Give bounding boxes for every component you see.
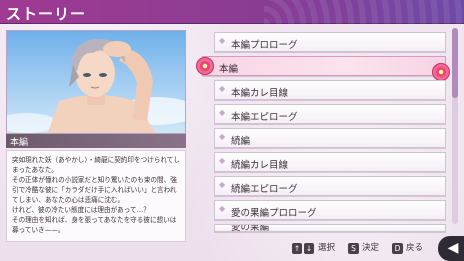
character-portrait [6,30,186,134]
portrait-illustration [7,39,185,133]
chapter-item-label: 本編プロローグ [231,40,298,51]
chapter-item[interactable]: ◆ 本編カレ目線 [214,80,446,100]
up-arrow-key-icon: ↑ [292,243,302,254]
chapter-item[interactable]: ◆ 続編エピローグ [214,176,446,196]
chapter-item[interactable]: ◆ 本編エピローグ [214,104,446,124]
s-key-icon: S [348,243,359,254]
plum-flower-icon [432,63,450,81]
back-arrow-icon: ◀ [447,240,459,256]
list-marker-icon: ◆ [219,36,226,45]
chapter-item-label: 続編 [231,136,251,147]
scroll-thumb[interactable] [452,28,458,98]
chapter-item-label: 愛の果編 [231,224,270,232]
list-marker-icon: ◆ [219,84,226,93]
d-key-icon: D [392,243,403,254]
footer-controls: ↑ ↓ 選択 S 決定 D 戻る ◀ [0,236,464,261]
down-arrow-key-icon: ↓ [304,243,314,254]
list-marker-icon: ◆ [219,180,226,189]
chapter-item-label: 本編カレ目線 [231,88,289,99]
chapter-item-label: 続編エピローグ [231,184,298,195]
chapter-item-label: 続編カレ目線 [231,160,289,171]
chapter-item-label: 愛の果編プロローグ [231,208,317,219]
list-marker-icon: ◆ [219,204,226,213]
chapter-item-selected[interactable]: 本編 [202,56,446,76]
chapter-item[interactable]: ◆ 続編カレ目線 [214,152,446,172]
page-title: ストーリー [6,5,87,23]
back-button[interactable]: ◀ [438,236,464,261]
back-hint-label: 戻る [406,243,424,253]
confirm-hint-label: 決定 [362,243,380,253]
list-marker-icon: ◆ [219,132,226,141]
chapter-item-label: 本編 [219,64,239,75]
chapter-item[interactable]: ◆ 愛の果編プロローグ [214,200,446,220]
chapter-synopsis: 突如現れた妖（あやかし）・綺龍に契約印をつけられてしまったあなた。 その正体が憧… [6,150,186,242]
list-scrollbar[interactable] [452,28,458,224]
chapter-heading: 本編 [6,134,186,148]
chapter-item[interactable]: ◆ 本編プロローグ [214,32,446,52]
plum-flower-icon [196,57,214,75]
header-bar: ストーリー [0,0,464,24]
select-hint-label: 選択 [318,243,336,253]
list-marker-icon: ◆ [219,108,226,117]
chapter-item-label: 本編エピローグ [231,112,298,123]
list-marker-icon: ◆ [219,156,226,165]
chapter-item-partial[interactable]: 愛の果編 [214,224,446,232]
header-pattern [264,0,464,24]
chapter-item[interactable]: ◆ 続編 [214,128,446,148]
